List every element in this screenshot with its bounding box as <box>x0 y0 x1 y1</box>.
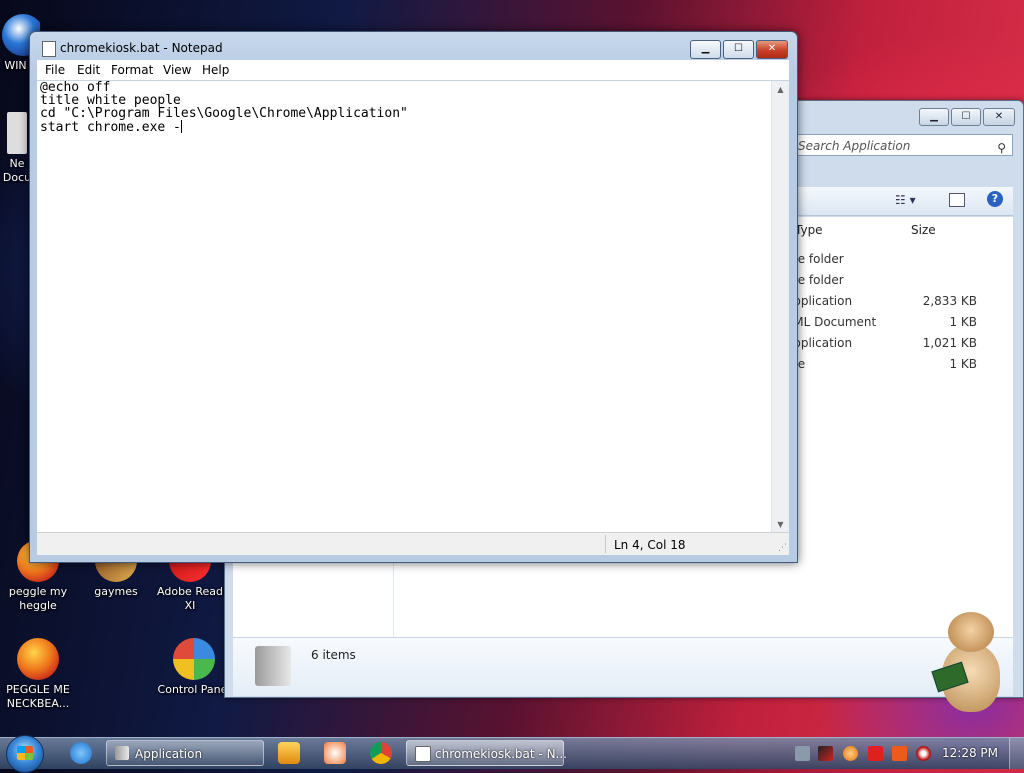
desktop-icon-label: Control Panel <box>157 683 231 696</box>
explorer-maximize-button[interactable]: ☐ <box>951 108 981 126</box>
file-row-type[interactable]: XML Document <box>785 315 876 329</box>
paint-icon[interactable] <box>324 742 346 764</box>
hamster-head <box>948 612 994 652</box>
status-separator <box>605 535 606 553</box>
text-line: cd "C:\Program Files\Google\Chrome\Appli… <box>40 106 408 121</box>
tray-volume-icon[interactable] <box>916 746 931 761</box>
text-caret <box>180 120 182 133</box>
desktop-icon-label: PEGGLE ME NECKBEA... <box>6 683 70 710</box>
preview-pane-icon[interactable] <box>949 193 965 207</box>
tray-app-icon[interactable] <box>892 746 907 761</box>
taskbar-notepad-chromekiosk[interactable]: chromekiosk.bat - N... <box>406 740 567 766</box>
folder-icon <box>115 746 129 760</box>
menu-help[interactable]: Help <box>202 63 229 77</box>
menu-view[interactable]: View <box>163 63 191 77</box>
notepad-app-icon[interactable] <box>42 41 56 57</box>
taskbar-button-label: chromekiosk.bat - N... <box>435 747 567 761</box>
tray-network-icon[interactable] <box>795 746 810 761</box>
explorer-search-input[interactable]: Search Application ⚲ <box>791 134 1013 156</box>
search-icon[interactable]: ⚲ <box>997 137 1006 159</box>
explorer-details-pane: 6 items <box>233 637 1013 696</box>
notepad-window[interactable]: chromekiosk.bat - Notepad ▁ ☐ ✕ File Edi… <box>29 31 798 563</box>
minimize-button[interactable]: ▁ <box>690 40 721 59</box>
file-row-size: 1 KB <box>949 357 977 371</box>
menu-format[interactable]: Format <box>111 63 153 77</box>
hamster-sticker <box>931 612 1004 716</box>
maximize-button[interactable]: ☐ <box>723 40 754 59</box>
media-player-icon[interactable] <box>278 742 300 764</box>
status-bar: Ln 4, Col 18 ⋰ <box>37 532 789 555</box>
resize-grip-icon[interactable]: ⋰ <box>778 543 787 553</box>
column-header-size[interactable]: Size <box>911 223 936 237</box>
tray-security-icon[interactable] <box>818 746 833 761</box>
show-desktop-button[interactable] <box>1009 738 1024 769</box>
text-line: start chrome.exe - <box>40 120 181 135</box>
scroll-down-arrow-icon[interactable]: ▼ <box>772 516 789 533</box>
explorer-minimize-button[interactable]: ▁ <box>919 108 949 126</box>
menu-file[interactable]: File <box>45 63 65 77</box>
view-options-icon[interactable]: ☷ ▾ <box>895 193 916 207</box>
text-line-current: start chrome.exe - <box>40 120 770 134</box>
text-editor[interactable]: @echo off title white people cd "C:\Progra… <box>37 80 789 533</box>
window-title: chromekiosk.bat - Notepad <box>60 41 223 55</box>
search-placeholder: Search Application <box>798 139 911 153</box>
peggle-icon <box>17 638 59 680</box>
tray-flag-icon[interactable] <box>868 746 883 761</box>
notepad-icon <box>415 746 431 762</box>
tray-search-icon[interactable] <box>843 746 858 761</box>
file-row-size: 2,833 KB <box>922 294 977 308</box>
taskbar-explorer-application[interactable]: Application <box>106 740 264 766</box>
scroll-up-arrow-icon[interactable]: ▲ <box>772 81 789 98</box>
desktop-icon-label: Ne Docu <box>2 157 32 184</box>
start-button[interactable] <box>6 735 44 773</box>
desktop-icon-label: peggle my heggle <box>8 585 68 612</box>
taskbar-button-label: Application <box>135 747 203 761</box>
explorer-close-button[interactable]: ✕ <box>983 108 1015 126</box>
document-icon <box>7 112 27 154</box>
desktop-icon-label: gaymes <box>94 585 138 598</box>
internet-explorer-icon[interactable] <box>70 742 92 764</box>
control-panel-icon <box>173 638 215 680</box>
menu-edit[interactable]: Edit <box>77 63 100 77</box>
item-count: 6 items <box>311 648 356 662</box>
editor-content[interactable]: @echo off title white people cd "C:\Progra… <box>40 81 770 529</box>
close-button[interactable]: ✕ <box>756 40 788 59</box>
vertical-scrollbar[interactable]: ▲ ▼ <box>771 81 789 533</box>
desktop-icon-control-panel[interactable]: Control Panel <box>156 638 232 697</box>
desktop-icon-peggle-me[interactable]: PEGGLE ME NECKBEA... <box>0 638 76 711</box>
chrome-icon[interactable] <box>370 742 392 764</box>
taskbar: Application chromekiosk.bat - N... 12:28… <box>0 735 1024 773</box>
menu-bar: File Edit Format View Help <box>37 60 789 80</box>
folder-icon <box>255 646 291 686</box>
notepad-titlebar[interactable]: chromekiosk.bat - Notepad ▁ ☐ ✕ <box>30 32 797 62</box>
column-header-type[interactable]: Type <box>795 223 823 237</box>
help-icon[interactable]: ? <box>987 191 1003 207</box>
taskbar-clock[interactable]: 12:28 PM <box>942 746 998 760</box>
cursor-position: Ln 4, Col 18 <box>614 538 686 552</box>
file-row-size: 1,021 KB <box>922 336 977 350</box>
desktop-icon-label: Adobe Read XI <box>157 585 223 612</box>
windows-logo-icon <box>17 746 33 760</box>
file-row-size: 1 KB <box>949 315 977 329</box>
